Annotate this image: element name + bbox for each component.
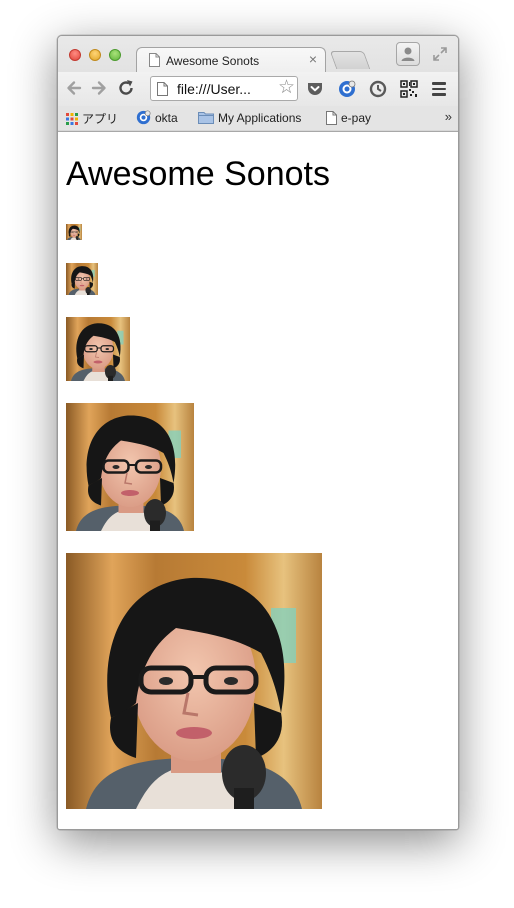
okta-icon[interactable] xyxy=(338,80,356,98)
okta-icon xyxy=(136,110,151,125)
page-icon xyxy=(326,110,337,125)
reload-icon xyxy=(119,80,133,95)
portrait-photo xyxy=(66,403,194,531)
hamburger-menu-icon[interactable] xyxy=(432,82,446,96)
bookmark-label: okta xyxy=(155,110,178,125)
portrait-photo xyxy=(66,317,130,381)
arrow-left-icon xyxy=(67,81,82,95)
pocket-icon[interactable] xyxy=(306,80,324,98)
person-icon xyxy=(401,47,415,61)
profile-button[interactable] xyxy=(396,42,420,66)
forward-button[interactable] xyxy=(89,78,109,98)
tab-strip: Awesome Sonots × xyxy=(58,36,458,73)
portrait-photo xyxy=(66,224,82,240)
reload-button[interactable] xyxy=(116,78,136,98)
close-window-button[interactable] xyxy=(69,49,81,61)
sonots-image-128 xyxy=(66,403,194,531)
bookmarks-bar: アプリ okta My Applications e-pay » xyxy=(58,106,458,130)
sonots-image-64 xyxy=(66,317,130,381)
sonots-image-32 xyxy=(66,263,98,295)
qr-code-icon[interactable] xyxy=(400,80,418,98)
page-content: Awesome Sonots xyxy=(58,132,458,829)
star-icon[interactable]: ☆ xyxy=(278,78,295,98)
tab-close-icon[interactable]: × xyxy=(309,51,317,67)
back-button[interactable] xyxy=(64,78,84,98)
arrow-right-icon xyxy=(91,81,106,95)
address-bar[interactable]: file:///User... ☆ xyxy=(150,76,298,101)
bookmark-label: アプリ xyxy=(82,112,119,126)
minimize-window-button[interactable] xyxy=(89,49,101,61)
page-title: Awesome Sonots xyxy=(66,155,330,193)
bookmark-apps[interactable]: アプリ xyxy=(66,110,118,126)
clock-icon[interactable] xyxy=(369,80,387,98)
bookmarks-overflow-chevron-icon[interactable]: » xyxy=(445,109,452,124)
portrait-photo xyxy=(66,553,322,809)
new-tab-button[interactable] xyxy=(329,51,371,69)
fullscreen-icon[interactable] xyxy=(432,46,448,62)
tab-awesome-sonots[interactable]: Awesome Sonots × xyxy=(136,47,326,73)
sonots-image-256 xyxy=(66,553,322,809)
folder-icon xyxy=(198,112,214,125)
page-icon xyxy=(157,82,168,96)
bookmark-e-pay[interactable]: e-pay xyxy=(326,110,371,126)
browser-window: Awesome Sonots × file:///User... ☆ アプリ o… xyxy=(57,35,459,830)
page-icon xyxy=(149,53,160,67)
zoom-window-button[interactable] xyxy=(109,49,121,61)
portrait-photo xyxy=(66,263,98,295)
bookmark-okta[interactable]: okta xyxy=(136,110,178,126)
tab-title: Awesome Sonots xyxy=(166,54,260,68)
apps-grid-icon xyxy=(66,112,78,125)
bookmark-label: My Applications xyxy=(218,110,302,125)
toolbar: file:///User... ☆ xyxy=(58,72,458,106)
address-text[interactable]: file:///User... xyxy=(177,81,251,97)
bookmark-label: e-pay xyxy=(341,110,372,125)
browser-chrome: Awesome Sonots × file:///User... ☆ アプリ o… xyxy=(58,36,458,132)
bookmark-folder-my-applications[interactable]: My Applications xyxy=(198,110,301,126)
sonots-image-16 xyxy=(66,224,82,240)
